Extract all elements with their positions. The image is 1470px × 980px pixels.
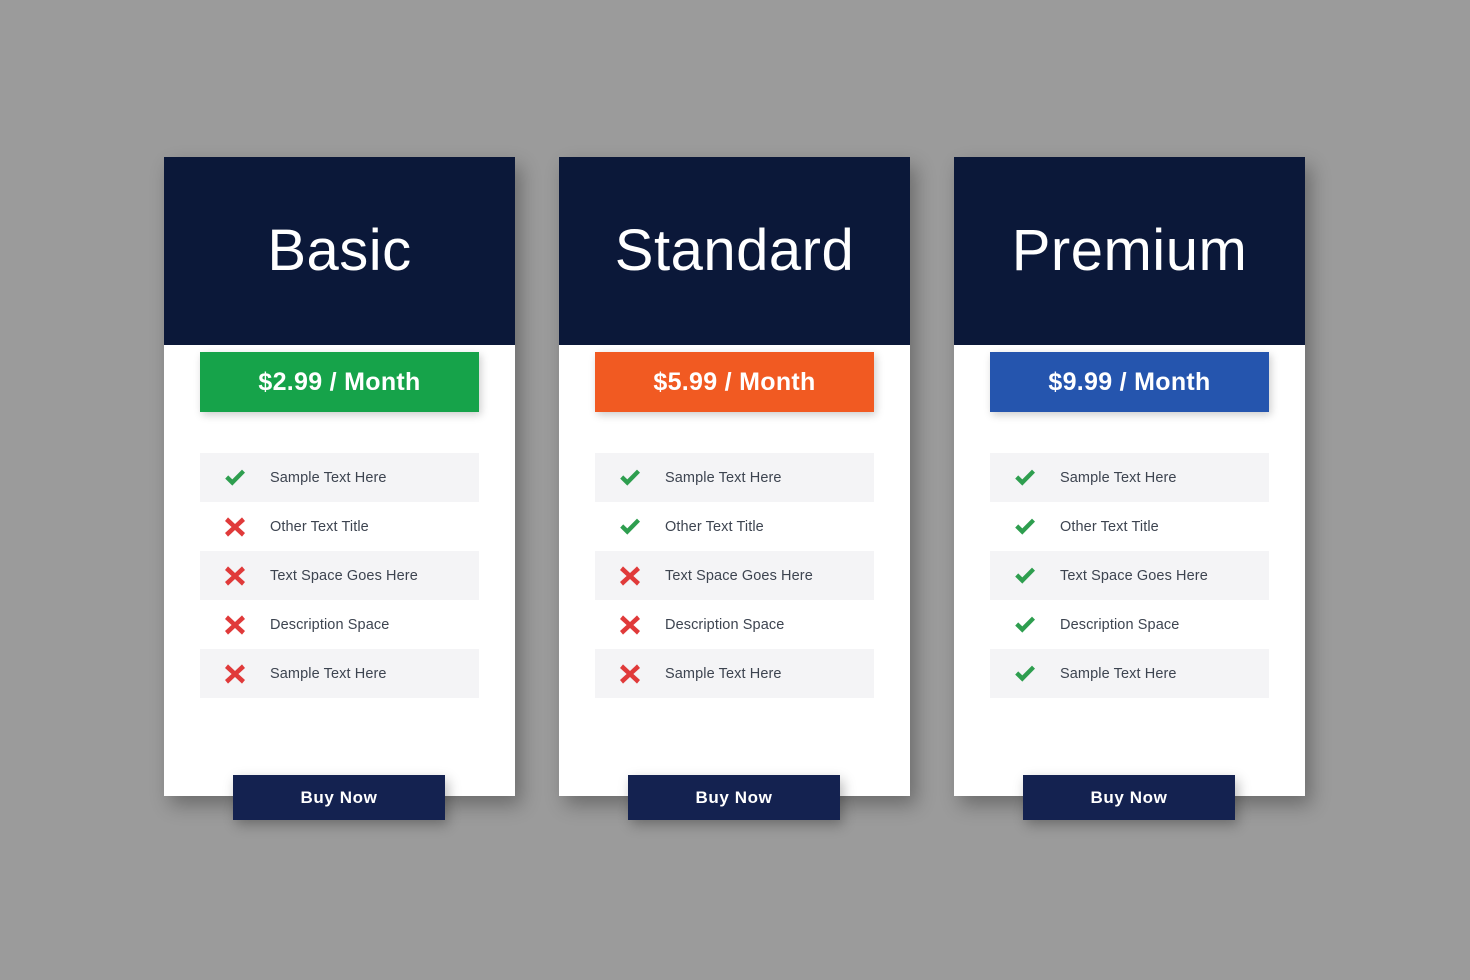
check-icon [990,661,1060,687]
feature-list: Sample Text Here Other Text Title Text Spa… [990,453,1269,698]
plan-title: Standard [614,218,855,283]
price-label: $2.99 / Month [258,367,421,396]
feature-row: Other Text Title [990,502,1269,551]
feature-label: Sample Text Here [665,469,782,486]
feature-row: Description Space [990,600,1269,649]
feature-list: Sample Text Here Other Text Title Text Spa… [200,453,479,698]
feature-label: Other Text Title [270,518,369,535]
feature-label: Sample Text Here [1060,665,1177,682]
cross-icon [620,565,640,586]
check-icon [990,612,1060,638]
feature-label: Description Space [665,616,785,633]
check-icon [1015,616,1035,633]
feature-label: Text Space Goes Here [1060,567,1208,584]
card-header: Standard [559,157,910,345]
feature-label: Description Space [1060,616,1180,633]
feature-row: Text Space Goes Here [595,551,874,600]
feature-label: Other Text Title [665,518,764,535]
check-icon [200,465,270,491]
pricing-card-standard[interactable]: Standard $5.99 / Month Sample Text Here O… [559,157,910,820]
card-header: Premium [954,157,1305,345]
feature-list: Sample Text Here Other Text Title Text Spa… [595,453,874,698]
feature-label: Sample Text Here [665,665,782,682]
check-icon [1015,665,1035,682]
plan-title: Premium [1011,218,1248,283]
price-label: $9.99 / Month [1048,367,1211,396]
check-icon [1015,567,1035,584]
check-icon [990,563,1060,589]
price-banner: $2.99 / Month [200,352,479,412]
check-icon [620,518,640,535]
cross-icon [200,514,270,540]
buy-now-button[interactable]: Buy Now [233,775,445,820]
feature-row: Text Space Goes Here [990,551,1269,600]
feature-row: Description Space [200,600,479,649]
cross-icon [595,612,665,638]
check-icon [225,469,245,486]
pricing-table: Basic $2.99 / Month Sample Text Here Othe… [0,0,1470,980]
feature-row: Text Space Goes Here [200,551,479,600]
buy-now-button[interactable]: Buy Now [1023,775,1235,820]
check-icon [990,465,1060,491]
feature-row: Sample Text Here [200,453,479,502]
feature-label: Text Space Goes Here [270,567,418,584]
plan-title: Basic [267,218,412,283]
feature-label: Text Space Goes Here [665,567,813,584]
check-icon [990,514,1060,540]
buy-now-button[interactable]: Buy Now [628,775,840,820]
pricing-card-premium[interactable]: Premium $9.99 / Month Sample Text Here Ot… [954,157,1305,820]
cross-icon [225,516,245,537]
cross-icon [200,612,270,638]
feature-row: Sample Text Here [200,649,479,698]
cross-icon [225,565,245,586]
check-icon [595,514,665,540]
cross-icon [200,563,270,589]
cross-icon [225,614,245,635]
cross-icon [225,663,245,684]
feature-row: Sample Text Here [990,649,1269,698]
check-icon [1015,469,1035,486]
card-header: Basic [164,157,515,345]
cross-icon [620,614,640,635]
price-banner: $5.99 / Month [595,352,874,412]
feature-row: Description Space [595,600,874,649]
feature-row: Sample Text Here [595,649,874,698]
feature-row: Other Text Title [200,502,479,551]
check-icon [620,469,640,486]
price-banner: $9.99 / Month [990,352,1269,412]
cross-icon [595,661,665,687]
feature-label: Sample Text Here [270,469,387,486]
price-label: $5.99 / Month [653,367,816,396]
feature-label: Other Text Title [1060,518,1159,535]
feature-row: Other Text Title [595,502,874,551]
check-icon [1015,518,1035,535]
check-icon [595,465,665,491]
feature-row: Sample Text Here [595,453,874,502]
feature-label: Description Space [270,616,390,633]
feature-label: Sample Text Here [1060,469,1177,486]
feature-row: Sample Text Here [990,453,1269,502]
pricing-card-basic[interactable]: Basic $2.99 / Month Sample Text Here Othe… [164,157,515,820]
cross-icon [620,663,640,684]
feature-label: Sample Text Here [270,665,387,682]
cross-icon [595,563,665,589]
cross-icon [200,661,270,687]
